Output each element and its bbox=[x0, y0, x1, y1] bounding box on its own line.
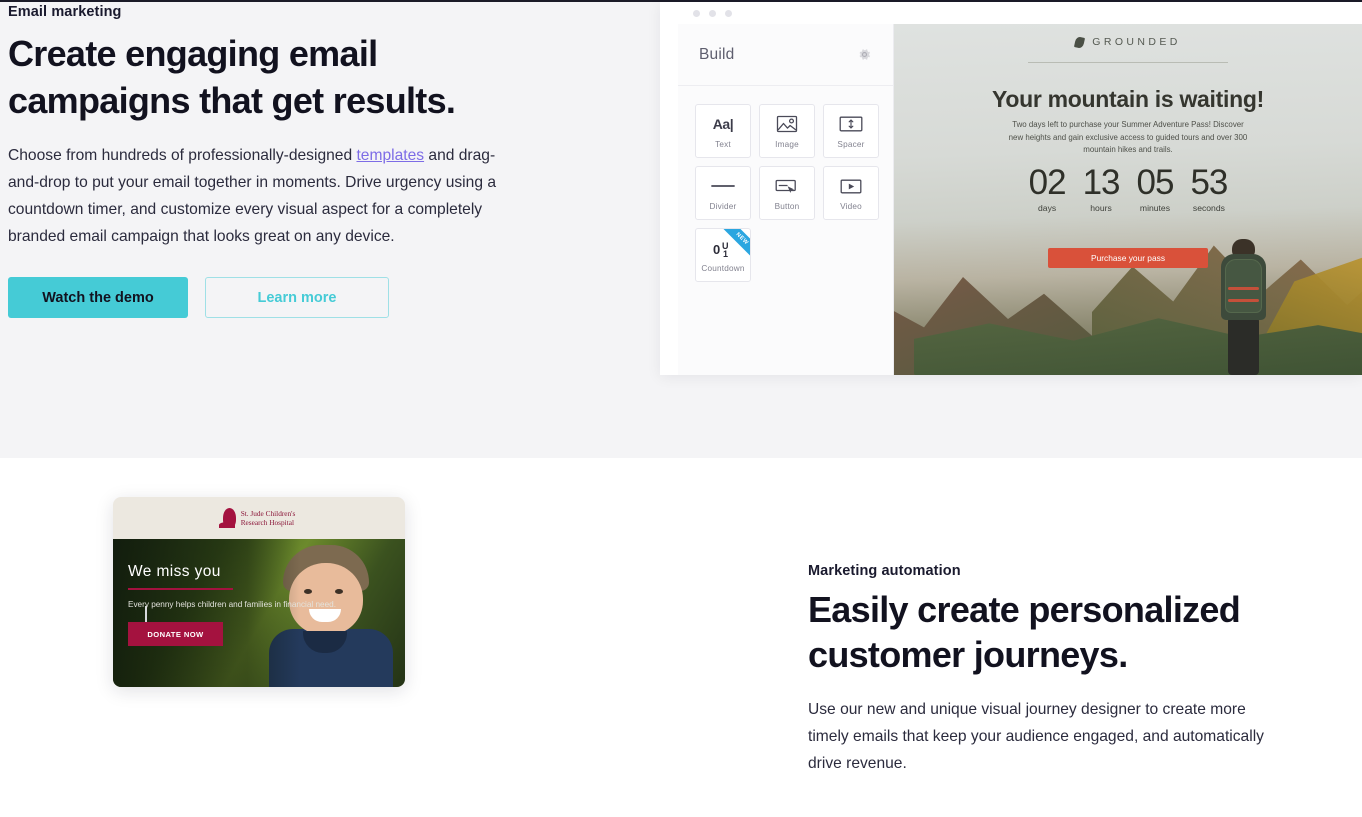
st-jude-logo-icon bbox=[218, 508, 236, 528]
page-title: Create engaging email campaigns that get… bbox=[8, 33, 456, 121]
countdown-value: 05 bbox=[1136, 163, 1175, 202]
countdown-unit-seconds: 53 seconds bbox=[1190, 163, 1228, 214]
hero-heading: We miss you bbox=[128, 563, 221, 580]
svg-text:1: 1 bbox=[723, 249, 728, 258]
watch-demo-button[interactable]: Watch the demo bbox=[8, 277, 188, 318]
logo-line-2: Research Hospital bbox=[240, 518, 294, 527]
palette-tile-spacer[interactable]: Spacer bbox=[823, 104, 879, 158]
email-marketing-section: Email marketing Create engaging email ca… bbox=[0, 2, 1362, 458]
email-headline: Your mountain is waiting! bbox=[992, 86, 1264, 112]
countdown-unit-minutes: 05 minutes bbox=[1136, 163, 1175, 214]
email-preview-canvas[interactable]: GROUNDED Your mountain is waiting! Two d… bbox=[894, 24, 1362, 375]
email-divider-rule bbox=[1028, 62, 1228, 63]
countdown-unit-hours: 13 hours bbox=[1082, 163, 1121, 214]
journey-email-logo: St. Jude Children's Research Hospital bbox=[113, 497, 405, 539]
window-titlebar bbox=[678, 2, 1362, 24]
section-eyebrow: Email marketing bbox=[8, 4, 122, 20]
palette-tile-divider[interactable]: Divider bbox=[695, 166, 751, 220]
section-body: Use our new and unique visual journey de… bbox=[808, 701, 1264, 772]
email-marketing-copy: Email marketing Create engaging email ca… bbox=[8, 2, 548, 318]
countdown-icon: 0 U 1 bbox=[711, 237, 735, 259]
palette-tile-text[interactable]: Aa| Text bbox=[695, 104, 751, 158]
hero-underline bbox=[128, 588, 233, 590]
st-jude-logo-text: St. Jude Children's Research Hospital bbox=[241, 509, 296, 528]
spacer-icon bbox=[839, 113, 863, 135]
email-cta-button[interactable]: Purchase your pass bbox=[1048, 248, 1208, 268]
hero-body: Every penny helps children and families … bbox=[128, 600, 336, 609]
countdown-value: 02 bbox=[1028, 163, 1067, 202]
countdown-label: days bbox=[1038, 203, 1057, 213]
hero-text-block: We miss you Every penny helps children a… bbox=[128, 563, 336, 646]
text-icon-glyph: Aa| bbox=[712, 116, 734, 132]
build-panel-title: Build bbox=[699, 45, 735, 63]
text-icon: Aa| bbox=[713, 113, 734, 135]
video-icon bbox=[840, 175, 862, 197]
palette-tile-label: Video bbox=[840, 202, 862, 211]
palette-tile-label: Spacer bbox=[837, 140, 865, 149]
build-panel: Build Aa| Text Image Spacer Divider Butt… bbox=[678, 24, 894, 375]
palette-tile-video[interactable]: Video bbox=[823, 166, 879, 220]
palette-tile-label: Button bbox=[774, 202, 800, 211]
hiker-illustration bbox=[1210, 239, 1278, 375]
content-block-palette: Aa| Text Image Spacer Divider Button Vid… bbox=[695, 104, 881, 282]
image-icon bbox=[776, 113, 798, 135]
email-brand-logo: GROUNDED bbox=[894, 35, 1362, 49]
journey-designer-preview: St. Jude Children's Research Hospital We… bbox=[113, 497, 405, 687]
email-subcopy: Two days left to purchase your Summer Ad… bbox=[1008, 120, 1248, 155]
divider-icon bbox=[711, 175, 735, 197]
logo-line-1: St. Jude Children's bbox=[240, 508, 296, 518]
section-body: Choose from hundreds of professionally-d… bbox=[8, 142, 518, 250]
button-icon bbox=[775, 175, 799, 197]
countdown-unit-days: 02 days bbox=[1028, 163, 1067, 214]
palette-tile-label: Text bbox=[715, 140, 731, 149]
marketing-automation-copy: Marketing automation Easily create perso… bbox=[808, 561, 1308, 777]
build-panel-header: Build bbox=[678, 24, 894, 86]
window-control-dots bbox=[693, 10, 732, 17]
email-builder-window: Build Aa| Text Image Spacer Divider Butt… bbox=[660, 2, 1362, 375]
cta-button-row: Watch the demo Learn more bbox=[8, 277, 548, 318]
marketing-automation-section: St. Jude Children's Research Hospital We… bbox=[0, 458, 1362, 817]
countdown-value: 53 bbox=[1190, 163, 1228, 202]
body-text-part-1: Choose from hundreds of professionally-d… bbox=[8, 147, 357, 164]
leaf-icon bbox=[1074, 35, 1086, 49]
countdown-label: seconds bbox=[1192, 203, 1225, 213]
countdown-label: minutes bbox=[1139, 203, 1171, 213]
palette-tile-countdown[interactable]: NEW 0 U 1 Countdown bbox=[695, 228, 751, 282]
page-title: Easily create personalized customer jour… bbox=[808, 589, 1241, 675]
window-dot-minimize[interactable] bbox=[709, 10, 716, 17]
email-brand-name: GROUNDED bbox=[1092, 36, 1181, 48]
page-root: Email marketing Create engaging email ca… bbox=[0, 0, 1362, 817]
countdown-label: hours bbox=[1090, 203, 1112, 213]
countdown-value: 13 bbox=[1082, 163, 1121, 202]
palette-tile-label: Countdown bbox=[701, 264, 745, 273]
templates-link[interactable]: templates bbox=[356, 147, 424, 164]
palette-tile-label: Image bbox=[775, 140, 799, 149]
journey-email-card[interactable]: St. Jude Children's Research Hospital We… bbox=[113, 497, 405, 687]
learn-more-button[interactable]: Learn more bbox=[205, 277, 389, 318]
journey-email-hero: We miss you Every penny helps children a… bbox=[113, 539, 405, 687]
section-eyebrow: Marketing automation bbox=[808, 563, 961, 579]
donate-now-button[interactable]: DONATE NOW bbox=[128, 622, 223, 646]
countdown-timer: 02 days 13 hours 05 minutes 53 seconds bbox=[894, 163, 1362, 214]
palette-tile-label: Divider bbox=[709, 202, 737, 211]
window-dot-maximize[interactable] bbox=[725, 10, 732, 17]
svg-text:0: 0 bbox=[713, 242, 720, 257]
window-dot-close[interactable] bbox=[693, 10, 700, 17]
palette-tile-button[interactable]: Button bbox=[759, 166, 815, 220]
palette-tile-image[interactable]: Image bbox=[759, 104, 815, 158]
gear-icon[interactable] bbox=[857, 47, 872, 62]
